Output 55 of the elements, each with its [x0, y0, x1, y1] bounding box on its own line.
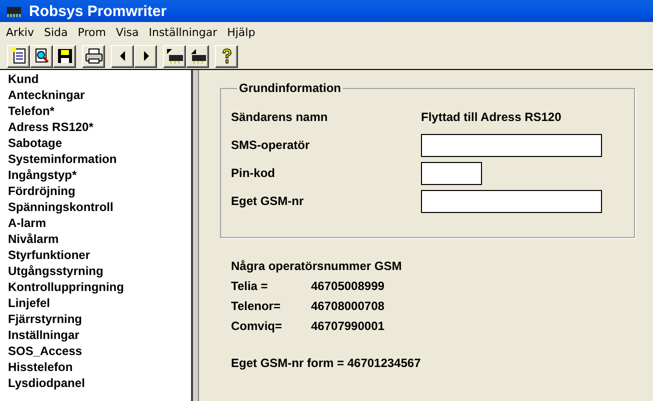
menu-item[interactable]: Hjälp: [223, 26, 262, 39]
document-icon[interactable]: [7, 44, 30, 68]
sidebar-item[interactable]: Kund: [8, 72, 191, 88]
save-icon[interactable]: [53, 44, 76, 68]
sidebar-item[interactable]: Fördröjning: [8, 184, 191, 200]
field-value: Flyttad till Adress RS120: [421, 110, 562, 124]
previous-icon[interactable]: [111, 44, 134, 68]
splitter[interactable]: [191, 70, 199, 401]
format-note: Eget GSM-nr form = 46701234567: [231, 356, 422, 370]
menu-item[interactable]: Arkiv: [2, 26, 40, 39]
input-field[interactable]: [421, 134, 602, 156]
sidebar-item[interactable]: Kontrolluppringning: [8, 280, 191, 296]
menu-item[interactable]: Inställningar: [144, 26, 224, 39]
help-icon[interactable]: [215, 44, 238, 68]
operator-name: Telia =: [231, 278, 269, 295]
menu-item[interactable]: Prom: [74, 26, 112, 39]
section-heading: Några operatörsnummer GSM: [231, 258, 403, 275]
print-icon[interactable]: [82, 44, 105, 68]
field-label: Pin-kod: [231, 166, 276, 180]
operator-name: Comviq=: [231, 318, 284, 335]
operator-name: Telenor=: [231, 298, 282, 315]
sidebar-item[interactable]: Systeminformation: [8, 152, 191, 168]
sidebar-item[interactable]: SOS_Access: [8, 344, 191, 360]
sidebar-item[interactable]: Spänningskontroll: [8, 200, 191, 216]
operator-number: 46707990001: [311, 319, 384, 333]
sidebar-item[interactable]: Styrfunktioner: [8, 248, 191, 264]
sidebar-item[interactable]: Anteckningar: [8, 88, 191, 104]
menu-item[interactable]: Sida: [40, 26, 74, 39]
operator-number: 46708000708: [311, 299, 384, 313]
chip-download-icon[interactable]: [186, 44, 209, 68]
window-title: Robsys Promwriter: [29, 2, 167, 20]
sidebar-item[interactable]: Lysdiodpanel: [8, 376, 191, 392]
input-field[interactable]: [421, 162, 482, 184]
sidebar-item[interactable]: Ingångstyp*: [8, 168, 191, 184]
sidebar-item[interactable]: Telefon*: [8, 104, 191, 120]
sidebar-item[interactable]: Sabotage: [8, 136, 191, 152]
sidebar-item[interactable]: Utgångsstyrning: [8, 264, 191, 280]
menu-item[interactable]: Visa: [112, 26, 145, 39]
sidebar-item[interactable]: Hisstelefon: [8, 360, 191, 376]
field-label: Sändarens namn: [231, 110, 329, 124]
sidebar-item[interactable]: Linjefel: [8, 296, 191, 312]
sidebar-item[interactable]: Inställningar: [8, 328, 191, 344]
chip-icon: [5, 5, 23, 17]
sidebar-item[interactable]: Nivålarm: [8, 232, 191, 248]
input-field[interactable]: [421, 190, 602, 212]
next-icon[interactable]: [134, 44, 157, 68]
sidebar-item[interactable]: Adress RS120*: [8, 120, 191, 136]
sidebar-item[interactable]: A-larm: [8, 216, 191, 232]
sidebar-item[interactable]: Fjärrstyrning: [8, 312, 191, 328]
group-title: Grundinformation: [238, 81, 342, 95]
chip-upload-icon[interactable]: [163, 44, 186, 68]
operator-number: 46705008999: [311, 279, 384, 293]
field-label: Eget GSM-nr: [231, 194, 305, 208]
search-icon[interactable]: [30, 44, 53, 68]
field-label: SMS-operatör: [231, 138, 311, 152]
